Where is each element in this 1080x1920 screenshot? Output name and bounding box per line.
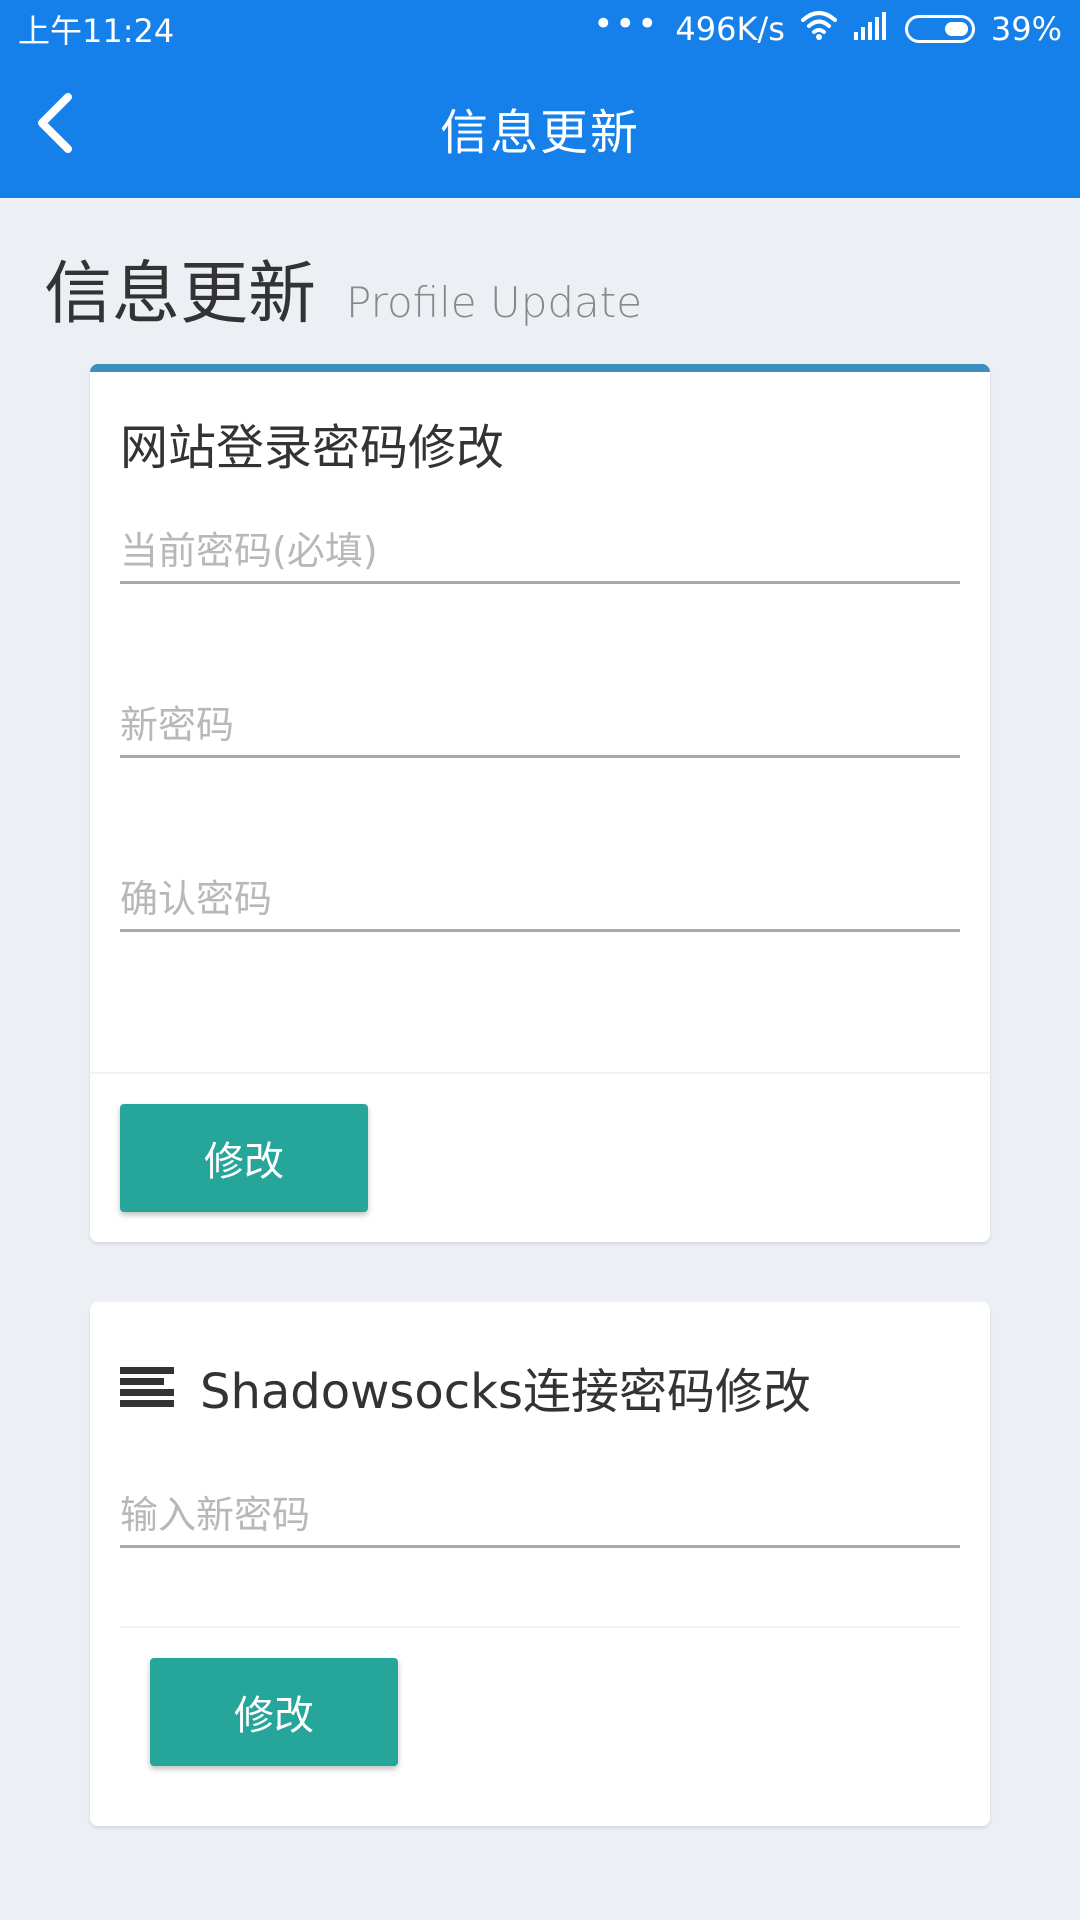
card-title: 网站登录密码修改 <box>120 420 505 476</box>
card-title: Shadowsocks连接密码修改 <box>200 1364 811 1420</box>
page-title: 信息更新 <box>44 255 317 334</box>
signal-icon <box>853 10 889 48</box>
shadowsocks-password-card: Shadowsocks连接密码修改 修改 <box>90 1302 990 1826</box>
confirm-password-input[interactable] <box>120 868 960 929</box>
network-speed: 496K/s <box>675 10 785 48</box>
more-dots-icon: ••• <box>593 4 660 44</box>
battery-icon <box>904 15 975 43</box>
wifi-icon <box>800 10 837 48</box>
back-button[interactable] <box>22 88 86 158</box>
new-password-input[interactable] <box>120 694 960 755</box>
chevron-left-icon <box>38 93 72 153</box>
app-bar: 信息更新 <box>0 58 1080 198</box>
page-heading: 信息更新 Profile Update <box>44 238 642 337</box>
status-time: 上午11:24 <box>18 12 175 50</box>
confirm-password-field[interactable] <box>120 868 960 932</box>
page-subtitle: Profile Update <box>346 278 643 327</box>
shadowsocks-password-field[interactable] <box>120 1484 960 1548</box>
list-icon <box>120 1367 174 1407</box>
login-password-card: 网站登录密码修改 修改 <box>90 364 990 1242</box>
card-divider <box>90 1072 990 1074</box>
update-login-password-button[interactable]: 修改 <box>120 1104 368 1212</box>
card-divider <box>120 1626 960 1628</box>
status-bar: 上午11:24 ••• 496K/s 39% <box>0 0 1080 58</box>
current-password-input[interactable] <box>120 520 960 581</box>
battery-level <box>944 22 968 36</box>
app-bar-title: 信息更新 <box>439 105 640 161</box>
card-title-row: Shadowsocks连接密码修改 <box>120 1352 811 1422</box>
current-password-field[interactable] <box>120 520 960 584</box>
status-indicators: ••• 496K/s 39% <box>593 4 1062 48</box>
new-password-field[interactable] <box>120 694 960 758</box>
battery-percent: 39% <box>990 10 1062 48</box>
update-shadowsocks-password-button[interactable]: 修改 <box>150 1658 398 1766</box>
shadowsocks-password-input[interactable] <box>120 1484 960 1545</box>
